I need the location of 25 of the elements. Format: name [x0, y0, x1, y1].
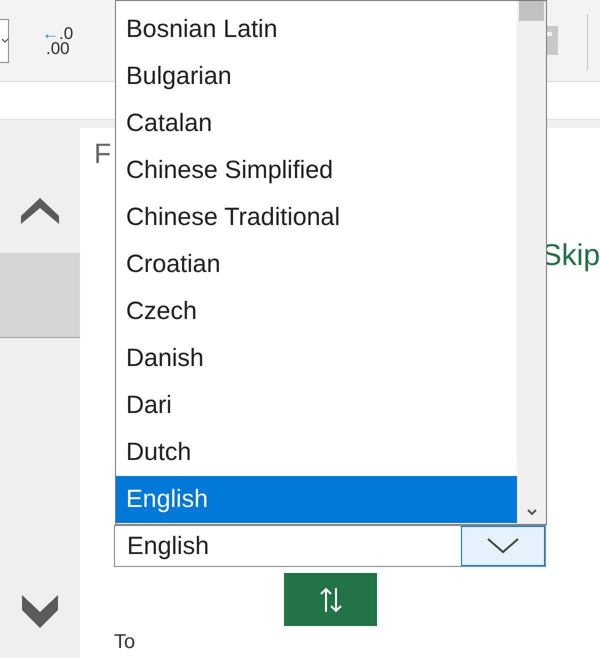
language-option[interactable]: Bosnian Latin: [116, 6, 517, 53]
scrollbar-thumb[interactable]: [519, 1, 544, 21]
language-option[interactable]: Catalan: [116, 100, 517, 147]
language-option[interactable]: English: [116, 476, 517, 523]
language-option[interactable]: Dari: [116, 382, 517, 429]
swap-button[interactable]: [284, 573, 377, 626]
language-option[interactable]: Czech: [116, 288, 517, 335]
language-option[interactable]: Chinese Simplified: [116, 147, 517, 194]
from-select[interactable]: English: [114, 525, 546, 567]
language-option[interactable]: Danish: [116, 335, 517, 382]
language-option[interactable]: Bulgarian: [116, 53, 517, 100]
language-option[interactable]: Chinese Traditional: [116, 194, 517, 241]
panel-heading: F: [94, 137, 112, 171]
chevron-icon: [487, 538, 519, 554]
language-option[interactable]: Croatian: [116, 241, 517, 288]
decrease-decimal-button[interactable]: ←.0 .00: [42, 26, 74, 56]
chevron-up-icon: [21, 198, 59, 224]
scroll-down-button[interactable]: [22, 595, 58, 628]
format-dropdown[interactable]: [0, 18, 9, 62]
dropdown-toggle[interactable]: [461, 526, 545, 566]
to-label: To: [114, 630, 136, 654]
language-option[interactable]: Dutch: [116, 429, 517, 476]
chevron-down-icon: [22, 595, 58, 628]
chevron-icon: [2, 38, 8, 44]
swap-icon: [318, 586, 342, 612]
